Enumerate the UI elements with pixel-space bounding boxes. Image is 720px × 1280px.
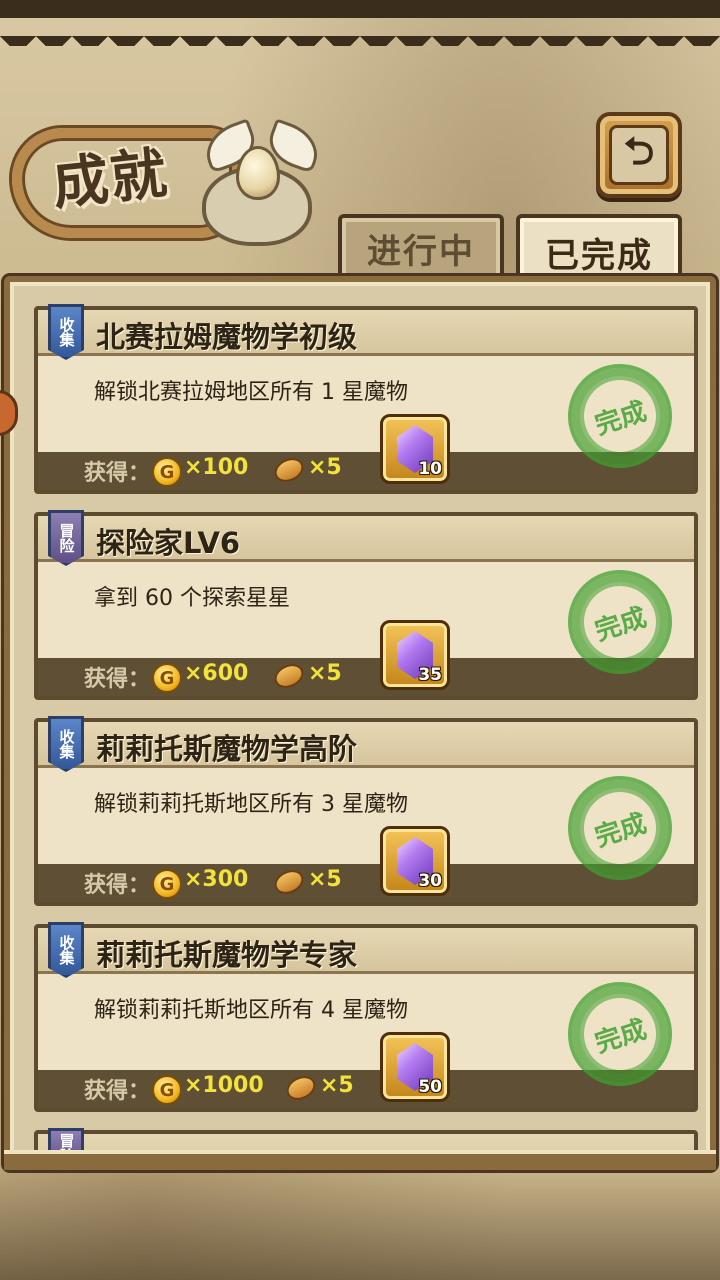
card-description: 解锁北赛拉姆地区所有 1 星魔物	[94, 380, 408, 405]
achievement-card: 收集 北赛拉姆魔物学初级 解锁北赛拉姆地区所有 1 星魔物 获得： G ×100…	[34, 304, 698, 494]
bread-quantity: ×5	[308, 867, 342, 892]
badge-text: 冒险	[57, 523, 76, 553]
category-badge: 收集	[48, 304, 84, 360]
card-title: 探险家LV6	[96, 526, 241, 560]
badge-text: 收集	[57, 729, 76, 759]
coin-quantity: ×100	[184, 455, 249, 480]
bottom-shade	[0, 1170, 720, 1280]
gem-quantity: 35	[418, 665, 442, 685]
card-title: 莉莉托斯魔物学高阶	[96, 732, 358, 766]
gold-coin-icon: G	[152, 663, 182, 693]
reward-label: 获得：	[84, 461, 151, 486]
stamp-text: 完成	[591, 1014, 651, 1059]
gold-coin-icon: G	[152, 1075, 182, 1105]
bread-quantity: ×5	[308, 455, 342, 480]
gem-reward-box: 35	[380, 620, 450, 690]
reward-label: 获得：	[84, 667, 151, 692]
gold-coin-icon: G	[152, 869, 182, 899]
reward-label: 获得：	[84, 1079, 151, 1104]
stamp-text: 完成	[591, 808, 651, 853]
page-title: 成就	[49, 140, 172, 218]
card-title: 莉莉托斯魔物学专家	[96, 938, 358, 972]
tab-in-progress[interactable]: 进行中	[338, 214, 504, 278]
coin-quantity: ×300	[184, 867, 249, 892]
stamp-text: 完成	[591, 396, 651, 441]
achievement-list-frame: 收集 北赛拉姆魔物学初级 解锁北赛拉姆地区所有 1 星魔物 获得： G ×100…	[4, 276, 716, 1170]
bread-quantity: ×5	[308, 661, 342, 686]
gem-reward-box: 30	[380, 826, 450, 896]
tab-in-progress-label: 进行中	[367, 231, 475, 272]
gem-reward-box: 10	[380, 414, 450, 484]
achievement-card: 收集 莉莉托斯魔物学高阶 解锁莉莉托斯地区所有 3 星魔物 获得： G ×300…	[34, 716, 698, 906]
stamp-text: 完成	[591, 602, 651, 647]
gem-reward-box: 50	[380, 1032, 450, 1102]
coin-quantity: ×1000	[184, 1073, 264, 1098]
badge-text: 收集	[57, 317, 76, 347]
back-button[interactable]: ⮌	[596, 112, 682, 198]
tab-completed-label: 已完成	[545, 235, 653, 276]
card-description: 拿到 60 个探索星星	[94, 586, 290, 611]
top-zigzag-border	[0, 0, 720, 46]
achievement-card: 冒险 探险家LV6 拿到 60 个探索星星 获得： G ×600 ×5 35 完…	[34, 510, 698, 700]
gem-quantity: 50	[418, 1077, 442, 1097]
bread-quantity: ×5	[320, 1073, 354, 1098]
back-arrow-icon: ⮌	[609, 125, 669, 185]
category-badge: 冒险	[48, 510, 84, 566]
card-description: 解锁莉莉托斯地区所有 4 星魔物	[94, 998, 408, 1023]
achievement-card: 收集 莉莉托斯魔物学专家 解锁莉莉托斯地区所有 4 星魔物 获得： G ×100…	[34, 922, 698, 1112]
title-emblem: 成就	[12, 106, 326, 246]
card-description: 解锁莉莉托斯地区所有 3 星魔物	[94, 792, 408, 817]
gem-quantity: 30	[418, 871, 442, 891]
badge-text: 收集	[57, 935, 76, 965]
frame-bottom-border	[4, 1150, 716, 1170]
achievement-list[interactable]: 收集 北赛拉姆魔物学初级 解锁北赛拉姆地区所有 1 星魔物 获得： G ×100…	[34, 304, 698, 1164]
gold-coin-icon: G	[152, 457, 182, 487]
gem-quantity: 10	[418, 459, 442, 479]
category-badge: 收集	[48, 922, 84, 978]
coin-quantity: ×600	[184, 661, 249, 686]
reward-label: 获得：	[84, 873, 151, 898]
category-badge: 收集	[48, 716, 84, 772]
card-title: 北赛拉姆魔物学初级	[96, 320, 358, 354]
egg-icon	[236, 146, 280, 200]
